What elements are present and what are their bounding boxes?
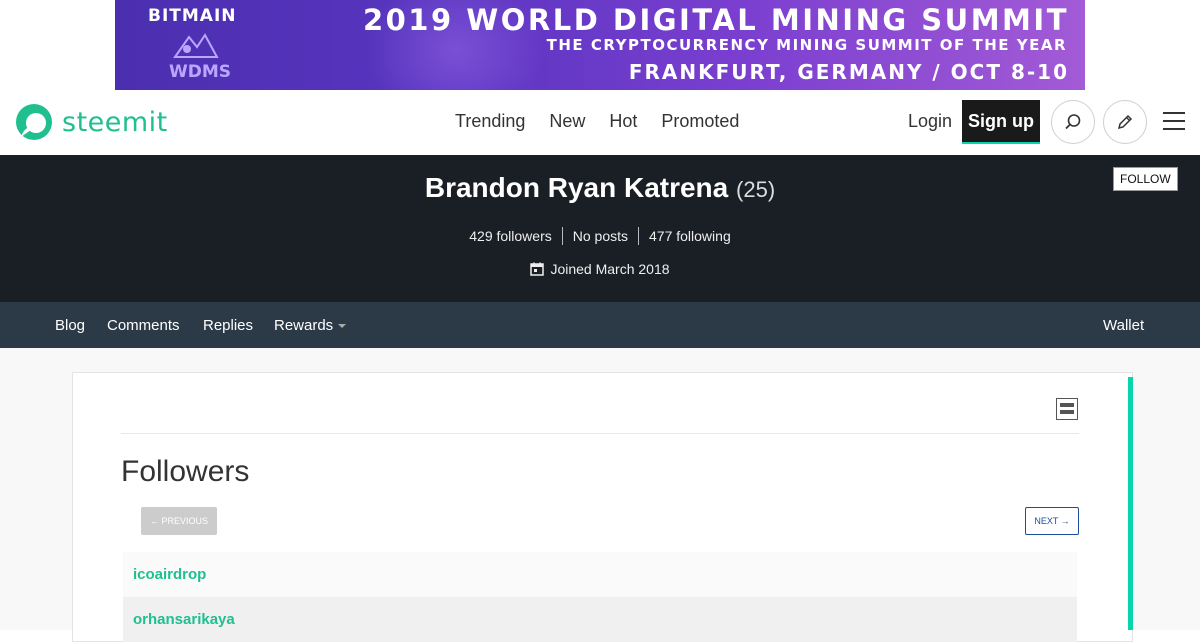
profile-header: Brandon Ryan Katrena (25) FOLLOW 429 fol… [0,155,1200,302]
tab-wallet[interactable]: Wallet [1103,317,1144,334]
profile-stats: 429 followers No posts 477 following [0,227,1200,245]
joined-date-line: Joined March 2018 [0,261,1200,277]
layout-toggle-icon[interactable] [1056,398,1078,420]
profile-name-line: Brandon Ryan Katrena (25) [0,172,1200,204]
follower-link[interactable]: orhansarikaya [133,611,235,628]
profile-name: Brandon Ryan Katrena [424,172,729,203]
card-accent-bar [1128,377,1133,630]
search-button[interactable] [1051,100,1095,144]
nav-trending[interactable]: Trending [455,111,525,132]
pencil-icon [1117,114,1133,130]
joined-date: Joined March 2018 [550,261,670,277]
tab-comments[interactable]: Comments [107,317,180,334]
reputation-score: (25) [736,177,776,202]
tab-replies[interactable]: Replies [203,317,253,334]
next-button[interactable]: NEXT → [1025,507,1079,535]
mountain-logo-icon [173,33,219,58]
following-count[interactable]: 477 following [638,227,741,245]
logo-text: steemit [62,106,168,138]
nav-promoted[interactable]: Promoted [661,111,739,132]
previous-button[interactable]: ← PREVIOUS [141,507,217,535]
nav-new[interactable]: New [549,111,585,132]
top-header: steemit Trending New Hot Promoted Login … [0,90,1200,155]
list-item: orhansarikaya [123,597,1077,642]
follow-button[interactable]: FOLLOW [1113,167,1178,191]
banner-event-short: WDMS [169,62,232,82]
login-link[interactable]: Login [908,111,952,132]
posts-count: No posts [561,227,638,245]
signup-button[interactable]: Sign up [962,100,1040,144]
steemit-logo-icon [16,104,52,140]
tab-rewards-label: Rewards [274,317,334,334]
summit-banner-ad[interactable]: BITMAIN WDMS 2019 WORLD DIGITAL MINING S… [115,0,1085,90]
calendar-icon [530,262,545,276]
chevron-down-icon [338,324,347,329]
banner-subheadline: THE CRYPTOCURRENCY MINING SUMMIT OF THE … [546,36,1067,54]
tab-rewards[interactable]: Rewards [274,317,347,334]
search-icon [1065,114,1081,130]
banner-location-date: FRANKFURT, GERMANY / OCT 8-10 [628,60,1069,84]
card-divider [121,433,1079,434]
followers-title: Followers [121,455,250,488]
create-post-button[interactable] [1103,100,1147,144]
nav-hot[interactable]: Hot [609,111,637,132]
profile-subnav: Blog Comments Replies Rewards Wallet [0,302,1200,348]
tab-blog[interactable]: Blog [55,317,85,334]
list-item: icoairdrop [123,552,1077,597]
banner-area: BITMAIN WDMS 2019 WORLD DIGITAL MINING S… [0,0,1200,90]
banner-headline: 2019 WORLD DIGITAL MINING SUMMIT [362,3,1069,37]
follower-link[interactable]: icoairdrop [133,566,206,583]
hamburger-menu-icon[interactable] [1163,112,1185,130]
steemit-logo[interactable]: steemit [15,103,168,141]
main-nav: Trending New Hot Promoted [455,111,739,132]
followers-count[interactable]: 429 followers [459,227,562,245]
banner-brand: BITMAIN [148,6,237,26]
